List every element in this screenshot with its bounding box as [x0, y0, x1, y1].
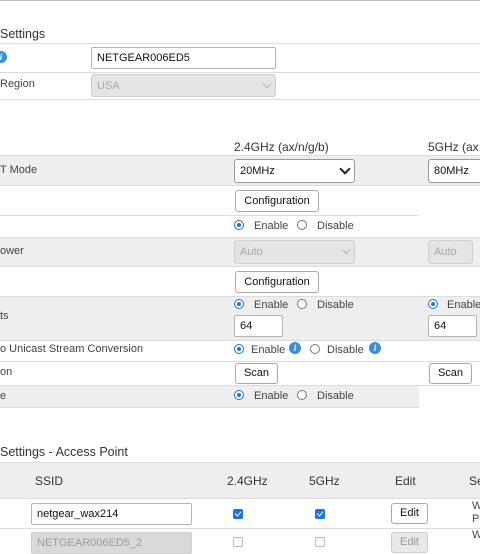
column-header-edit: Edit: [395, 474, 416, 488]
section-title-general: Settings: [0, 27, 46, 41]
checkbox-5ghz-row-1[interactable]: [315, 509, 325, 519]
enable-label: Enable: [251, 344, 286, 356]
checkbox-2-4ghz-row-1[interactable]: [233, 509, 243, 519]
divider: [0, 215, 419, 216]
section-title-access-point: Settings - Access Point: [0, 445, 128, 459]
enable-label: Enable: [254, 390, 289, 402]
enable-label-5ghz: Enable: [447, 299, 480, 311]
divider: [0, 43, 480, 44]
divider: [0, 99, 480, 100]
dtim-label: ts: [0, 310, 9, 322]
column-header-2-4ghz: 2.4GHz (ax/n/g/b): [234, 140, 329, 154]
checkbox-2-4ghz-row-2[interactable]: [233, 537, 243, 547]
security-text-row-2: W: [472, 529, 480, 541]
disable-label: Disable: [317, 220, 354, 232]
ssid-input-row-2[interactable]: [31, 532, 192, 554]
ht-mode-select-2-4ghz[interactable]: 20MHz: [234, 159, 355, 183]
chevron-down-icon: [339, 163, 351, 175]
region-select: USA: [91, 74, 276, 97]
column-header-security: Se: [469, 474, 480, 488]
divider: [0, 266, 480, 267]
enable-radio-dtim-5ghz[interactable]: [428, 299, 438, 309]
divider: [0, 72, 480, 73]
ht-mode-label: T Mode: [0, 164, 38, 176]
security-text-row-1: W: [472, 500, 480, 512]
enable-radio-multicast[interactable]: [234, 344, 244, 354]
row-shade: [0, 386, 419, 407]
region-label: Region: [0, 78, 35, 90]
divider: [0, 528, 480, 529]
divider: [0, 498, 480, 499]
column-header-ssid: SSID: [35, 474, 64, 488]
column-header-2-4ghz: 2.4GHz: [227, 474, 268, 488]
enable-radio-last[interactable]: [234, 390, 244, 400]
info-icon[interactable]: i: [0, 51, 7, 63]
edit-button-row-2[interactable]: Edit: [391, 532, 428, 553]
disable-label: Disable: [317, 390, 354, 402]
column-header-5ghz: 5GHz: [309, 474, 340, 488]
chevron-down-icon: [341, 245, 351, 255]
disable-radio-multicast[interactable]: [310, 344, 320, 354]
ssid-input-row-1[interactable]: [31, 503, 192, 525]
power-value-5ghz: Auto: [434, 246, 457, 258]
disable-radio-dtim-2-4ghz[interactable]: [297, 299, 307, 309]
ht-mode-value-5ghz: 80MHz: [434, 165, 469, 177]
divider: [0, 185, 480, 186]
checkbox-5ghz-row-2[interactable]: [315, 537, 325, 547]
edit-button-row-1[interactable]: Edit: [391, 503, 428, 524]
divider: [0, 361, 480, 362]
ht-mode-select-5ghz[interactable]: 80MHz: [428, 159, 480, 183]
power-value-2-4ghz: Auto: [240, 246, 263, 258]
scan-row-label: on: [0, 366, 13, 378]
info-icon[interactable]: i: [289, 342, 301, 354]
configuration-button-2-4ghz[interactable]: Configuration: [235, 190, 319, 212]
chevron-down-icon: [262, 79, 272, 88]
power-label: ower: [0, 245, 24, 257]
dtim-input-2-4ghz[interactable]: [234, 315, 283, 337]
column-header-5ghz: 5GHz (ax: [428, 140, 479, 154]
last-row-label: e: [0, 390, 7, 402]
scan-button-2-4ghz[interactable]: Scan: [235, 363, 278, 384]
enable-label: Enable: [254, 299, 289, 311]
enable-label: Enable: [254, 220, 289, 232]
top-border: [0, 0, 480, 1]
disable-label: Disable: [317, 299, 354, 311]
disable-radio-2-4ghz[interactable]: [297, 220, 307, 230]
info-icon[interactable]: i: [369, 342, 381, 354]
power-select-2-4ghz: Auto: [234, 240, 355, 264]
scan-button-5ghz[interactable]: Scan: [429, 363, 472, 384]
region-value: USA: [97, 79, 120, 92]
power-select-5ghz: Auto: [428, 240, 473, 264]
ht-mode-value-2-4ghz: 20MHz: [240, 165, 275, 177]
dtim-input-5ghz[interactable]: [428, 315, 477, 337]
ssid-input[interactable]: [91, 47, 276, 69]
divider: [0, 340, 480, 341]
enable-radio-dtim-2-4ghz[interactable]: [234, 299, 244, 309]
disable-radio-last[interactable]: [297, 390, 307, 400]
divider: [0, 407, 419, 408]
enable-radio-2-4ghz[interactable]: [234, 220, 244, 230]
configuration-button-2-4ghz-advanced[interactable]: Configuration: [235, 271, 319, 293]
security-text-row-1b: Pe: [472, 513, 480, 525]
multicast-label: o Unicast Stream Conversion: [0, 343, 144, 355]
disable-label: Disable: [327, 344, 364, 356]
